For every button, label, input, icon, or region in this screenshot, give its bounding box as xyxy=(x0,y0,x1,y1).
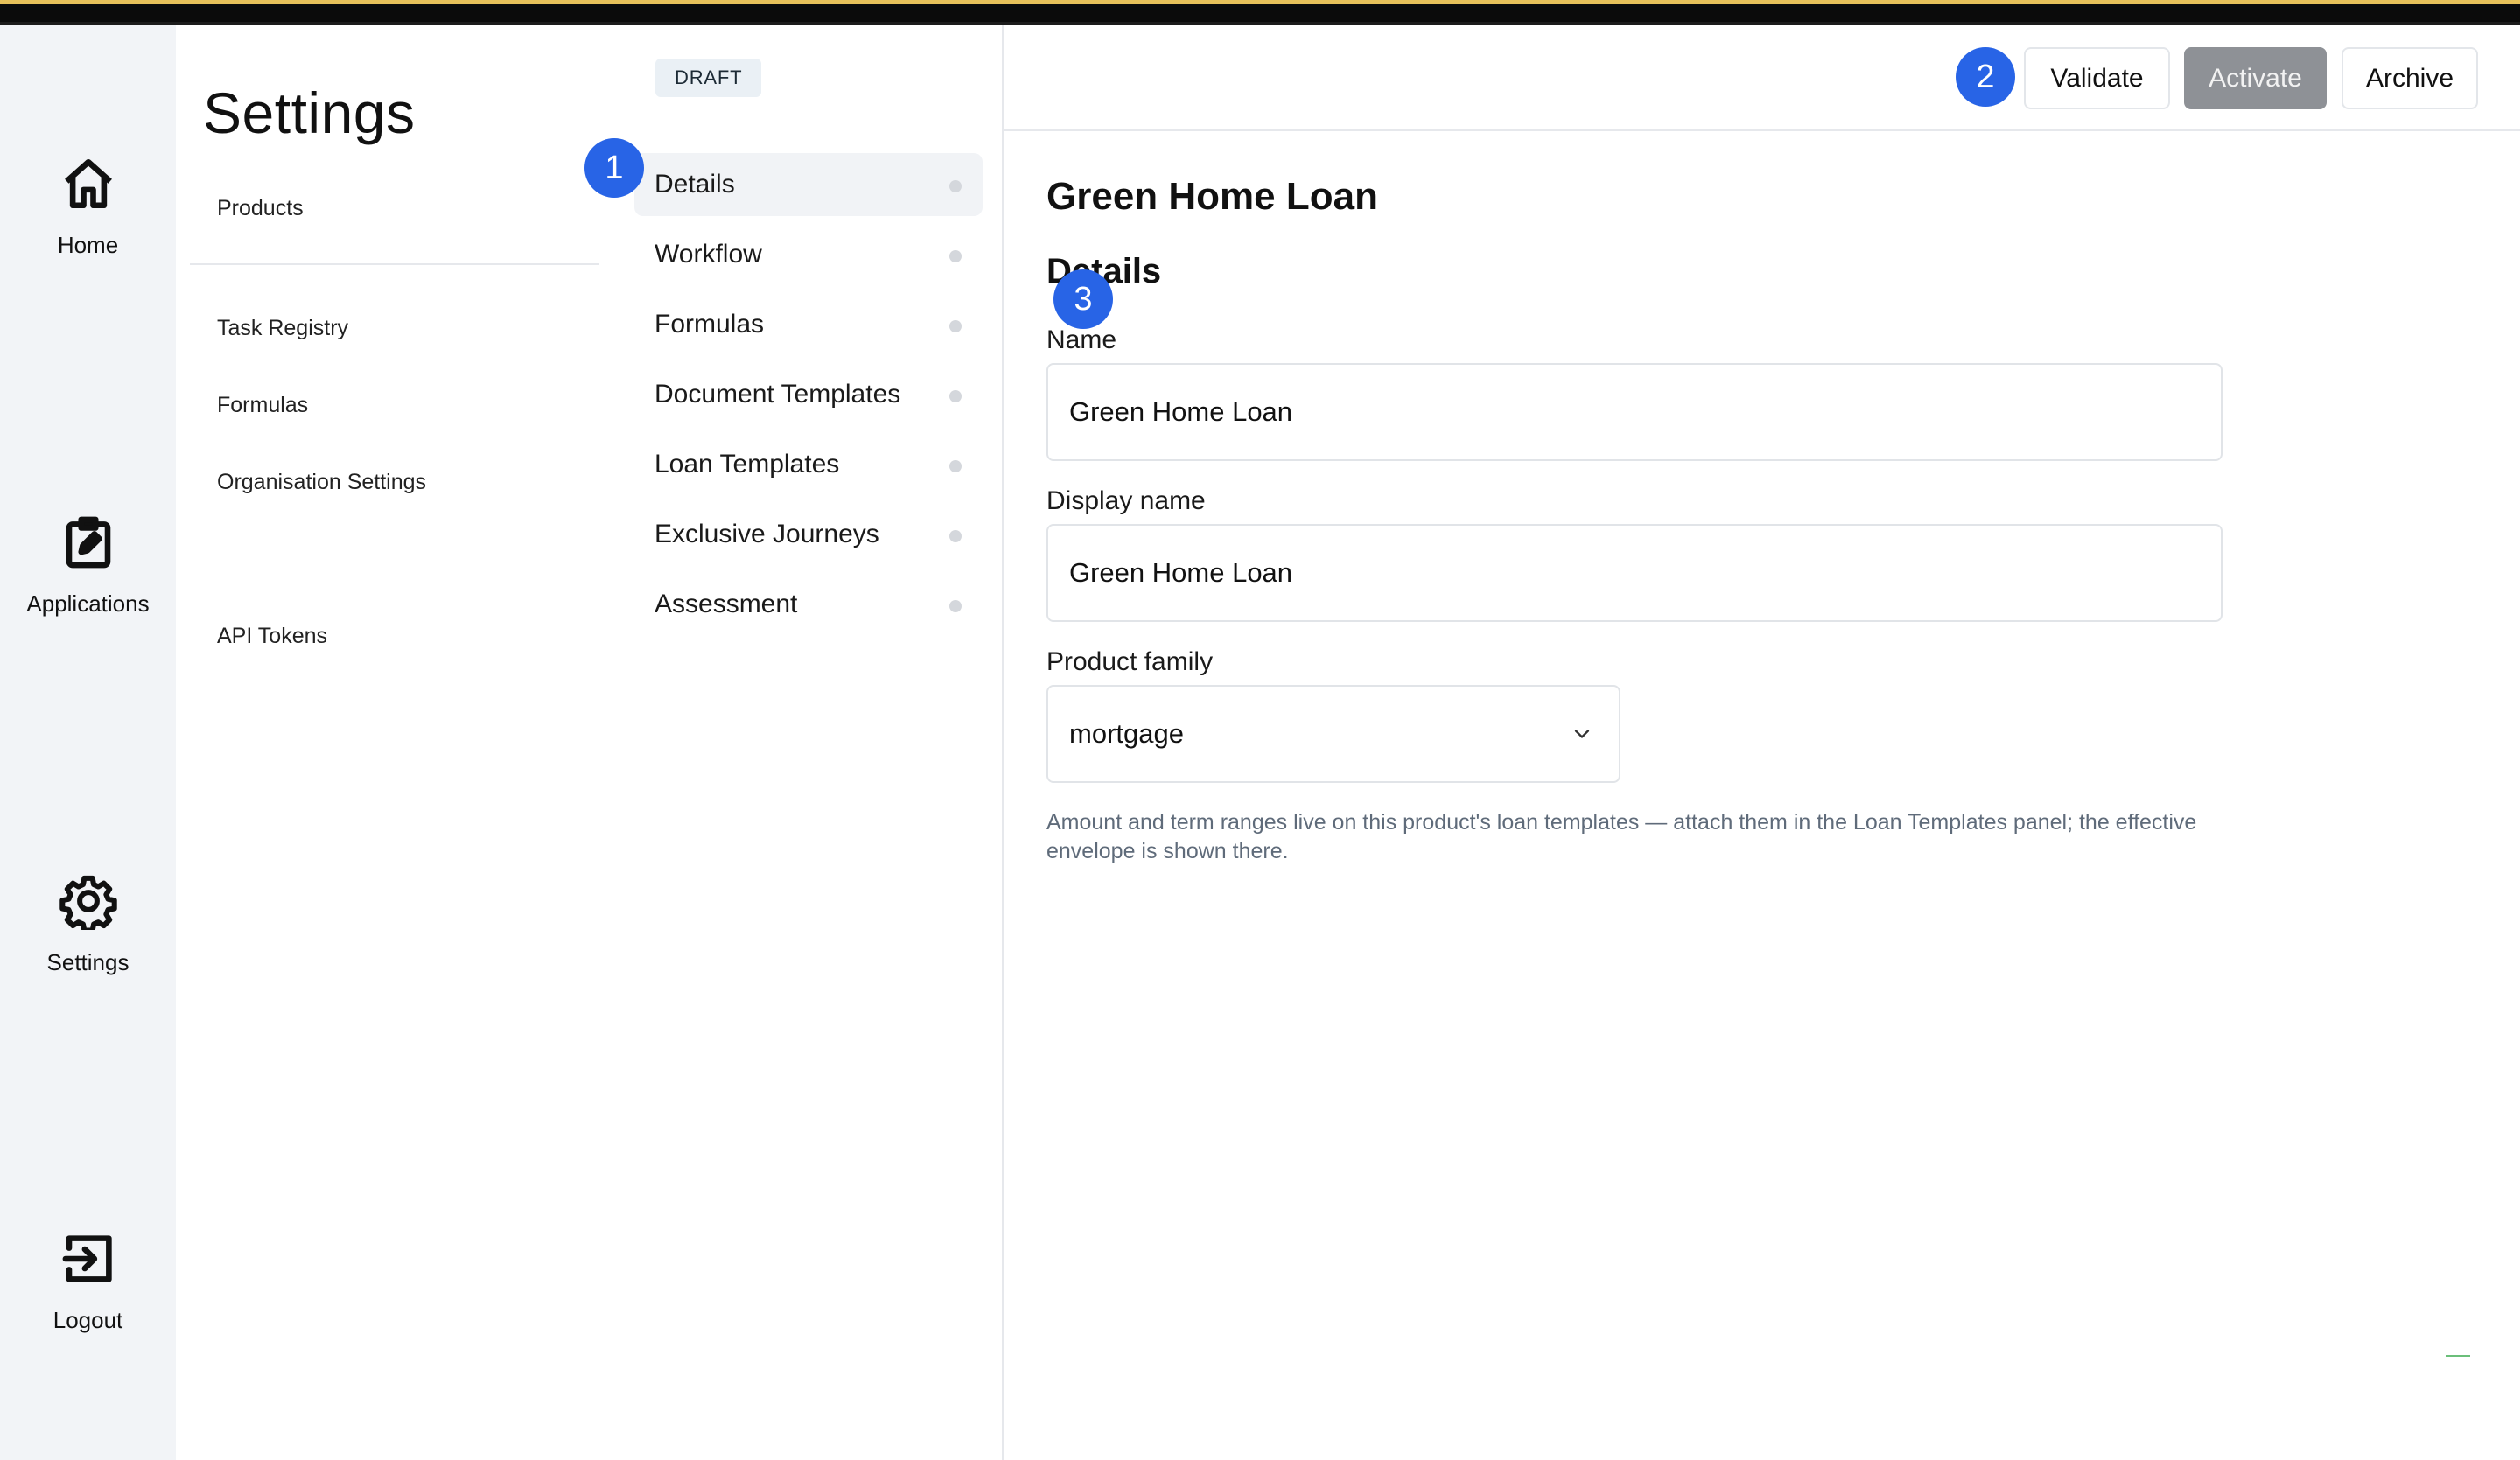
settings-link-task-registry[interactable]: Task Registry xyxy=(217,316,348,341)
status-dot-icon xyxy=(949,460,962,472)
section-item-details[interactable]: Details xyxy=(634,153,983,216)
status-dot-icon xyxy=(949,320,962,332)
rail-item-logout[interactable]: Logout xyxy=(0,1230,176,1334)
clipboard-edit-icon xyxy=(66,516,110,569)
settings-link-api-tokens[interactable]: API Tokens xyxy=(217,624,327,649)
icon-rail: Home Applications Settings Logout xyxy=(0,25,176,1460)
product-family-select[interactable]: mortgage xyxy=(1046,685,1620,783)
step-marker-2: 2 xyxy=(1956,47,2015,107)
archive-button[interactable]: Archive xyxy=(2342,47,2478,109)
settings-title: Settings xyxy=(203,80,416,145)
section-item-label: Formulas xyxy=(654,310,765,339)
name-field[interactable]: Green Home Loan xyxy=(1046,363,2222,461)
section-item-exclusive-journeys[interactable]: Exclusive Journeys xyxy=(634,503,983,566)
settings-link-organisation-settings[interactable]: Organisation Settings xyxy=(217,470,426,495)
section-item-workflow[interactable]: Workflow xyxy=(634,223,983,286)
top-bar xyxy=(0,0,2520,25)
section-item-label: Document Templates xyxy=(654,380,901,409)
home-icon xyxy=(64,158,112,209)
status-dot-icon xyxy=(949,600,962,612)
product-section-nav: DRAFT Details Workflow Formulas Document… xyxy=(613,25,1004,1460)
settings-link-products[interactable]: Products xyxy=(217,196,304,221)
section-item-assessment[interactable]: Assessment xyxy=(634,573,983,636)
status-dot-icon xyxy=(949,250,962,262)
rail-item-settings[interactable]: Settings xyxy=(0,872,176,976)
section-item-label: Workflow xyxy=(654,240,762,269)
section-item-formulas[interactable]: Formulas xyxy=(634,293,983,356)
product-family-value: mortgage xyxy=(1069,718,1184,749)
step-marker-3: 3 xyxy=(1054,269,1113,329)
validate-button[interactable]: Validate xyxy=(2024,47,2170,109)
status-dot-icon xyxy=(949,390,962,402)
loan-template-hint: Amount and term ranges live on this prod… xyxy=(1046,810,2197,863)
section-item-label: Loan Templates xyxy=(654,450,840,479)
display-name-label: Display name xyxy=(1046,486,1206,515)
logout-icon xyxy=(62,1235,112,1282)
step-marker-1: 1 xyxy=(584,138,644,198)
rail-label-settings: Settings xyxy=(46,949,130,975)
status-badge: DRAFT xyxy=(655,59,762,97)
product-family-label: Product family xyxy=(1046,647,1214,676)
display-name-field[interactable]: Green Home Loan xyxy=(1046,524,2222,622)
rail-item-applications[interactable]: Applications xyxy=(0,513,176,618)
name-label: Name xyxy=(1046,325,1117,354)
activate-button[interactable]: Activate xyxy=(2184,47,2327,109)
rail-label-logout: Logout xyxy=(52,1307,123,1333)
decorative-dash xyxy=(2446,1355,2470,1357)
settings-sidebar: Settings Products Task Registry Formulas… xyxy=(176,25,613,1460)
page-title: Green Home Loan xyxy=(1046,175,1378,218)
header-divider xyxy=(1004,129,2520,131)
rail-label-applications: Applications xyxy=(26,590,150,617)
settings-link-formulas[interactable]: Formulas xyxy=(217,393,308,418)
section-item-label: Exclusive Journeys xyxy=(654,520,879,548)
section-item-label: Details xyxy=(654,170,735,199)
section-item-document-templates[interactable]: Document Templates xyxy=(634,363,983,426)
gear-icon xyxy=(59,875,117,930)
settings-nav-divider xyxy=(190,263,599,265)
rail-item-home[interactable]: Home xyxy=(0,155,176,259)
status-dot-icon xyxy=(949,180,962,192)
status-dot-icon xyxy=(949,530,962,542)
section-item-label: Assessment xyxy=(654,590,798,618)
chevron-down-icon xyxy=(1574,730,1590,738)
section-item-loan-templates[interactable]: Loan Templates xyxy=(634,433,983,496)
rail-label-home: Home xyxy=(57,232,119,258)
